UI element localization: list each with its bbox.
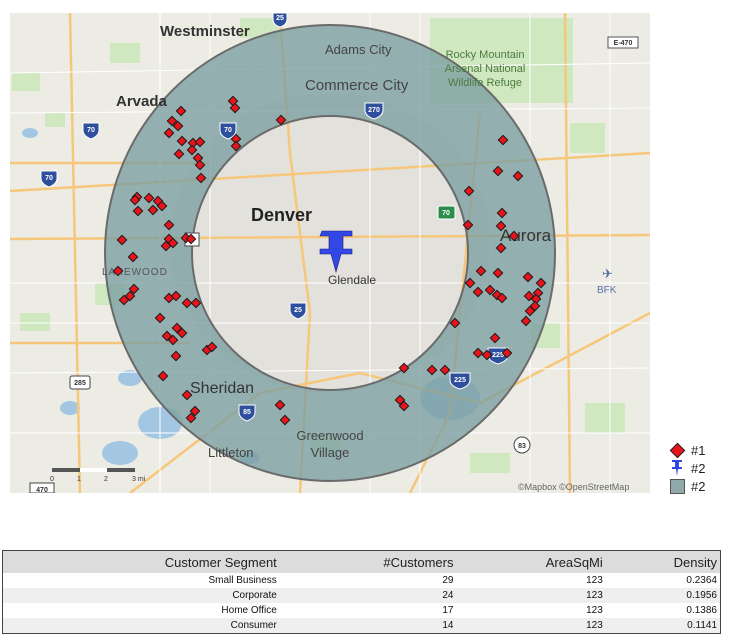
table-row[interactable]: Corporate 24 123 0.1956 [2, 588, 721, 603]
cell-customers: 24 [279, 588, 457, 603]
map-view[interactable]: Westminster Adams City Commerce City Roc… [10, 13, 650, 493]
svg-text:85: 85 [243, 409, 251, 416]
highway-76-shield: 70 [437, 205, 456, 220]
scale-tick-1: 1 [77, 476, 81, 483]
pin-icon [672, 460, 682, 476]
interstate-25-shield: 25 [272, 13, 288, 28]
legend-label: #2 [691, 460, 706, 476]
cell-customers: 14 [279, 618, 457, 634]
scale-tick-2: 2 [104, 476, 108, 483]
label-bfk: BFK [597, 285, 617, 296]
square-icon [669, 478, 685, 494]
route-470-shield: 470 [29, 482, 55, 493]
cell-segment: Corporate [2, 588, 280, 603]
cell-segment: Home Office [221, 605, 277, 616]
label-glendale: Glendale [328, 273, 376, 287]
label-commerce-city: Commerce City [305, 77, 409, 94]
cell-area: 123 [586, 605, 603, 616]
route-83-shield: 83 [513, 436, 531, 454]
svg-text:83: 83 [518, 443, 526, 450]
diamond-icon [669, 442, 685, 458]
legend-label: #1 [691, 442, 706, 458]
cell-segment: Consumer [2, 618, 280, 634]
svg-text:70: 70 [224, 127, 232, 134]
label-adams-city: Adams City [325, 42, 392, 57]
legend-label: #2 [691, 478, 706, 494]
table-row[interactable]: Home Office 17 123 0.1386 [3, 603, 721, 618]
cell-area: 123 [586, 575, 603, 586]
svg-text:70: 70 [442, 210, 450, 217]
cell-density: 0.1956 [605, 588, 721, 603]
label-westminster: Westminster [160, 23, 250, 40]
label-greenwood-1: Greenwood [296, 428, 363, 443]
svg-text:70: 70 [45, 175, 53, 182]
legend-item-customers[interactable]: #1 [668, 441, 705, 459]
cell-area: 123 [456, 588, 606, 603]
route-285-shield: 285 [69, 375, 91, 390]
svg-text:25: 25 [294, 307, 302, 314]
label-littleton: Littleton [208, 445, 254, 460]
label-aurora: Aurora [500, 226, 552, 245]
table-row[interactable]: Consumer 14 123 0.1141 [2, 618, 721, 634]
cell-customers: 17 [442, 605, 454, 616]
legend-item-center[interactable]: #2 [668, 459, 705, 477]
svg-text:70: 70 [87, 127, 95, 134]
segment-table: Customer Segment #Customers AreaSqMi Den… [2, 550, 721, 634]
svg-text:E-470: E-470 [614, 40, 633, 47]
label-rocky-mountain-1: Rocky Mountain [446, 49, 525, 61]
legend-item-ring[interactable]: #2 [668, 477, 705, 495]
label-denver: Denver [251, 205, 312, 225]
scale-tick-3: 3 mi [132, 476, 146, 483]
map-canvas: Westminster Adams City Commerce City Roc… [10, 13, 650, 493]
label-lakewood: LAKEWOOD [102, 267, 168, 278]
svg-text:25: 25 [276, 15, 284, 22]
svg-text:285: 285 [74, 380, 86, 387]
cell-density: 0.1141 [605, 618, 721, 634]
header-customers[interactable]: #Customers [279, 550, 457, 573]
table-header-row: Customer Segment #Customers AreaSqMi Den… [2, 550, 721, 573]
cell-customers: 29 [442, 575, 454, 586]
cell-density: 0.1386 [686, 605, 717, 616]
label-rocky-mountain-3: Wildlife Refuge [448, 77, 522, 89]
map-attribution: ©Mapbox ©OpenStreetMap [518, 482, 629, 492]
label-rocky-mountain-2: Arsenal National [445, 63, 526, 75]
cell-area: 123 [456, 618, 606, 634]
label-greenwood-2: Village [311, 445, 350, 460]
svg-text:470: 470 [36, 487, 48, 493]
svg-text:225: 225 [454, 377, 466, 384]
header-density[interactable]: Density [605, 550, 721, 573]
scale-tick-0: 0 [50, 476, 54, 483]
label-sheridan: Sheridan [190, 380, 254, 397]
header-area[interactable]: AreaSqMi [456, 550, 606, 573]
table-row[interactable]: Small Business 29 123 0.2364 [3, 573, 721, 588]
map-legend: #1 #2 #2 [668, 441, 705, 495]
svg-text:270: 270 [368, 107, 380, 114]
label-arvada: Arvada [116, 93, 168, 110]
e470-shield: E-470 [607, 36, 639, 49]
cell-density: 0.2364 [686, 575, 717, 586]
cell-segment: Small Business [208, 575, 277, 586]
airport-icon: ✈ [602, 267, 613, 282]
header-customer-segment[interactable]: Customer Segment [2, 550, 280, 573]
